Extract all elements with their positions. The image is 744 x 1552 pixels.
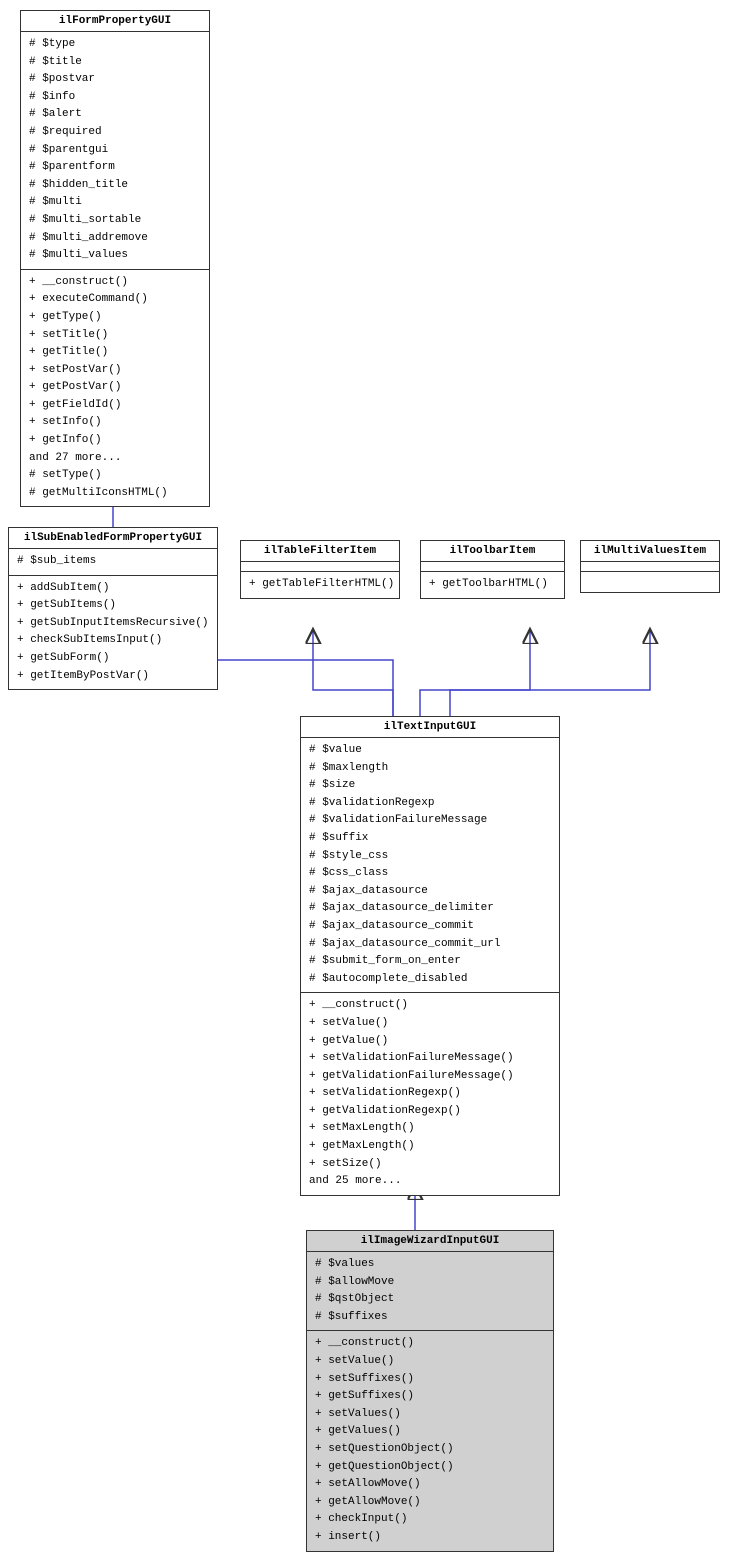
methods-ilTableFilterItem: + getTableFilterHTML() <box>241 572 399 598</box>
title-ilToolbarItem: ilToolbarItem <box>421 541 564 562</box>
methods-ilToolbarItem: + getToolbarHTML() <box>421 572 564 598</box>
title-ilSubEnabledFormPropertyGUI: ilSubEnabledFormPropertyGUI <box>9 528 217 549</box>
fields-ilTextInputGUI: # $value # $maxlength # $size # $validat… <box>301 738 559 993</box>
fields-ilTableFilterItem <box>241 562 399 572</box>
box-ilImageWizardInputGUI: ilImageWizardInputGUI # $values # $allow… <box>306 1230 554 1552</box>
methods-ilSubEnabledFormPropertyGUI: + addSubItem() + getSubItems() + getSubI… <box>9 576 217 690</box>
box-ilTableFilterItem: ilTableFilterItem + getTableFilterHTML() <box>240 540 400 599</box>
fields-ilToolbarItem <box>421 562 564 572</box>
box-ilSubEnabledFormPropertyGUI: ilSubEnabledFormPropertyGUI # $sub_items… <box>8 527 218 690</box>
title-ilFormPropertyGUI: ilFormPropertyGUI <box>21 11 209 32</box>
fields-ilMultiValuesItem <box>581 562 719 572</box>
fields-ilFormPropertyGUI: # $type # $title # $postvar # $info # $a… <box>21 32 209 270</box>
methods-ilMultiValuesItem <box>581 572 719 592</box>
box-ilFormPropertyGUI: ilFormPropertyGUI # $type # $title # $po… <box>20 10 210 507</box>
methods-ilTextInputGUI: + __construct() + setValue() + getValue(… <box>301 993 559 1195</box>
methods-ilImageWizardInputGUI: + __construct() + setValue() + setSuffix… <box>307 1331 553 1550</box>
box-ilTextInputGUI: ilTextInputGUI # $value # $maxlength # $… <box>300 716 560 1196</box>
fields-ilImageWizardInputGUI: # $values # $allowMove # $qstObject # $s… <box>307 1252 553 1331</box>
fields-ilSubEnabledFormPropertyGUI: # $sub_items <box>9 549 217 576</box>
title-ilImageWizardInputGUI: ilImageWizardInputGUI <box>307 1231 553 1252</box>
methods-ilFormPropertyGUI: + __construct() + executeCommand() + get… <box>21 270 209 507</box>
title-ilTableFilterItem: ilTableFilterItem <box>241 541 399 562</box>
box-ilMultiValuesItem: ilMultiValuesItem <box>580 540 720 593</box>
diagram-container: ilFormPropertyGUI # $type # $title # $po… <box>0 0 744 1541</box>
box-ilToolbarItem: ilToolbarItem + getToolbarHTML() <box>420 540 565 599</box>
title-ilTextInputGUI: ilTextInputGUI <box>301 717 559 738</box>
title-ilMultiValuesItem: ilMultiValuesItem <box>581 541 719 562</box>
